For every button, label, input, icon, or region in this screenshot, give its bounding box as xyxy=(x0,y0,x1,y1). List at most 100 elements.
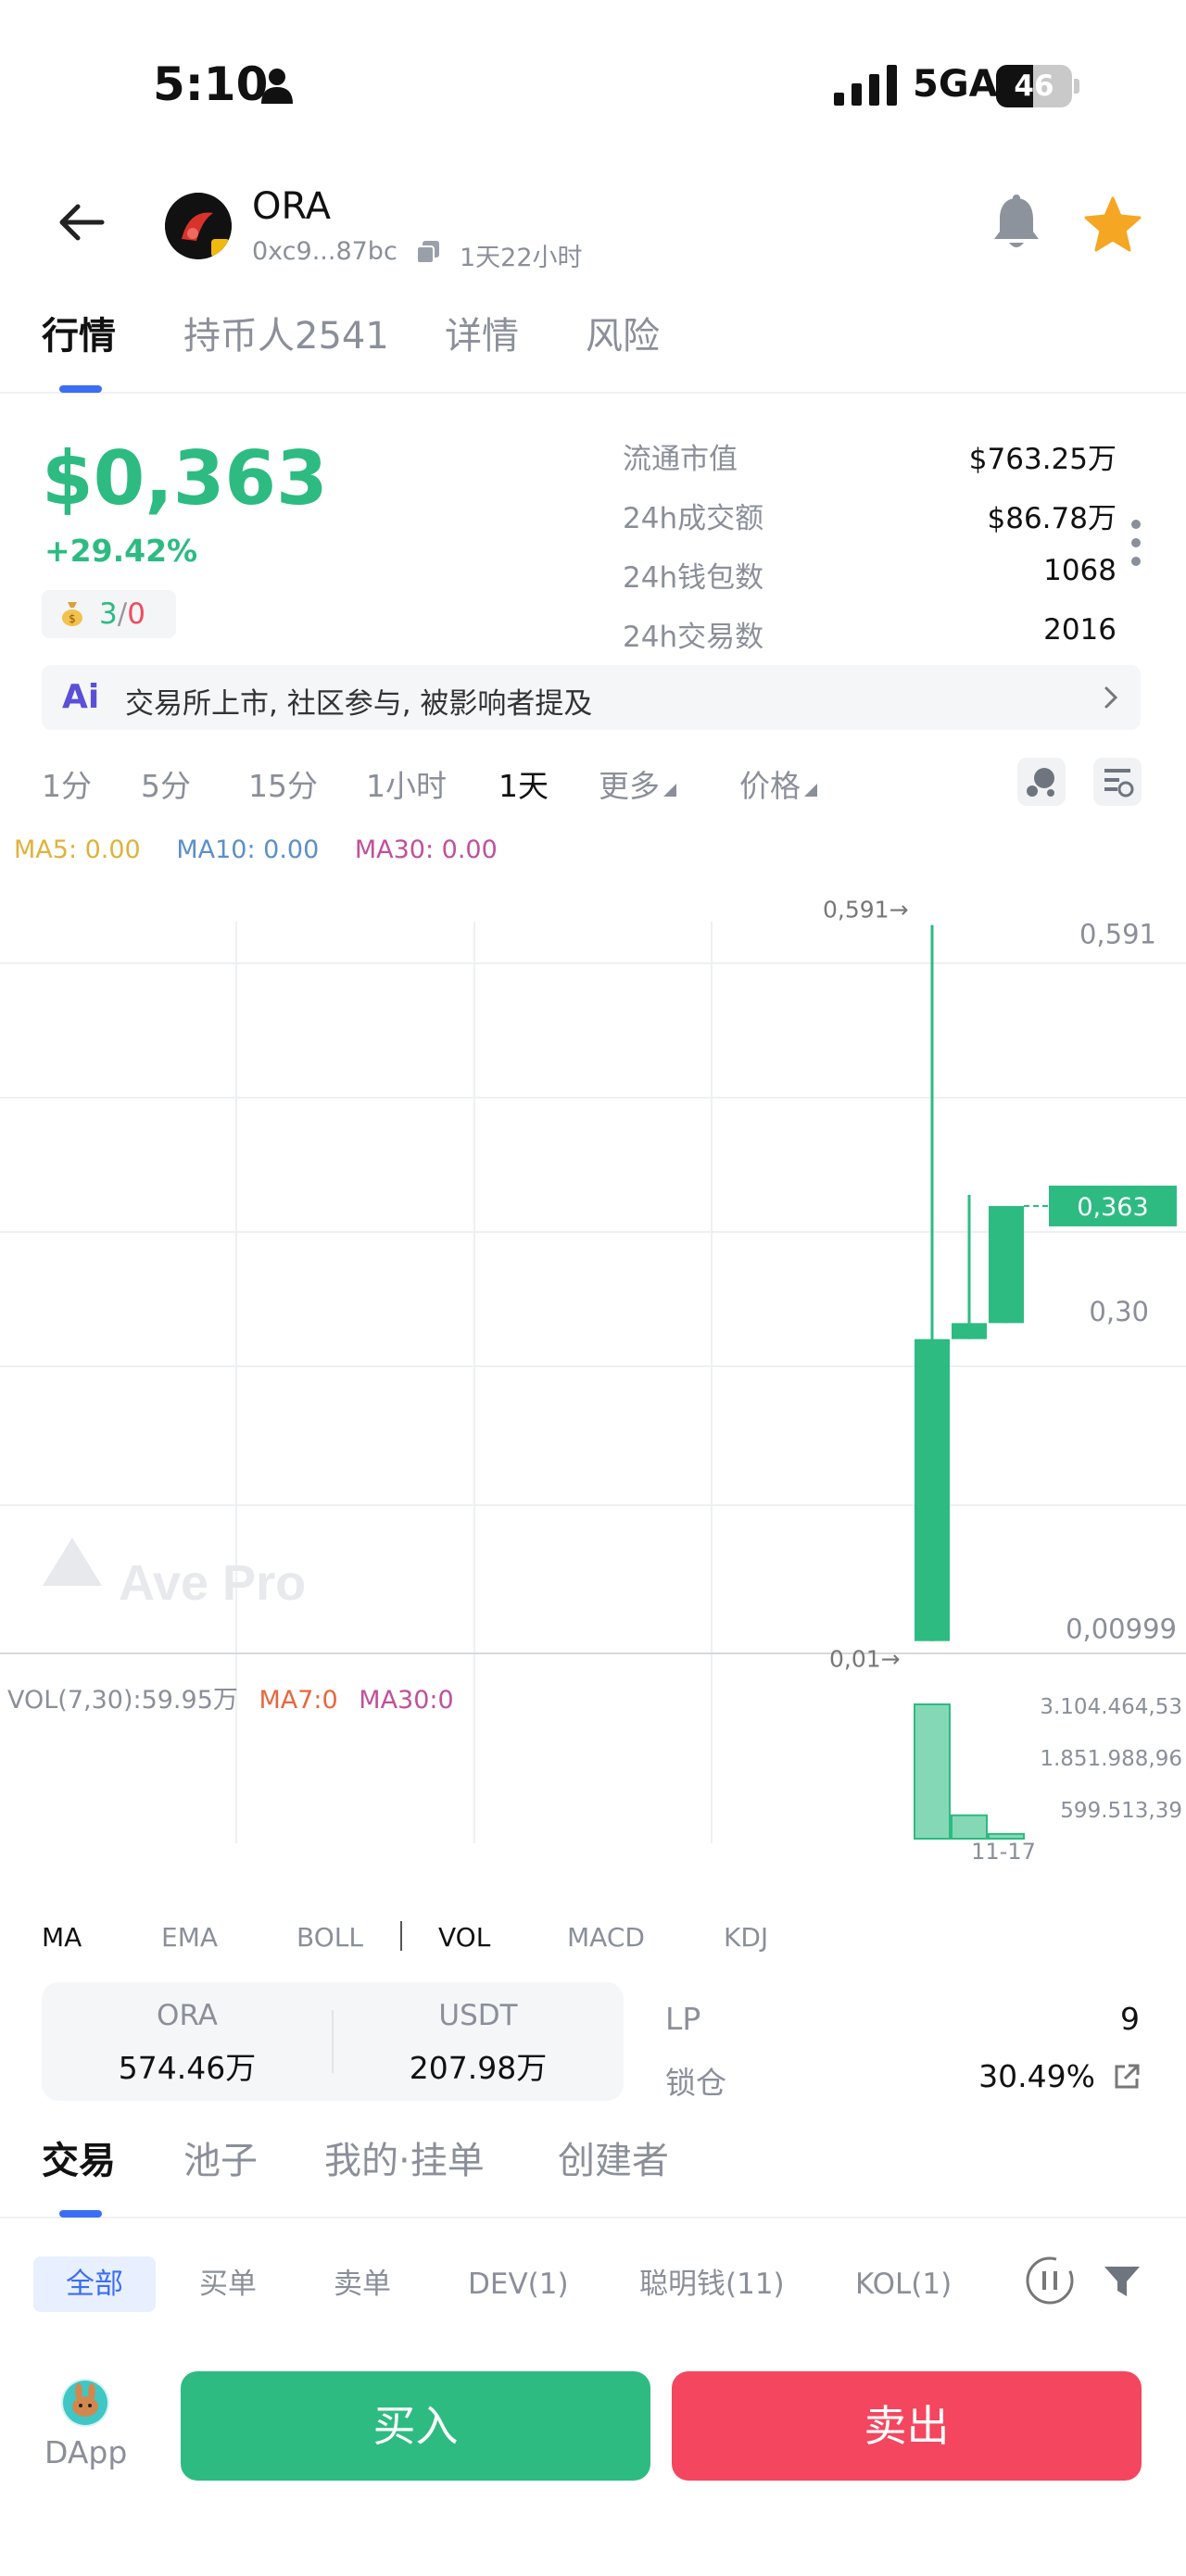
money-bag-icon: $ xyxy=(62,602,82,626)
price-mode-select[interactable]: 价格 xyxy=(739,761,817,806)
indicator-tool-icon[interactable] xyxy=(1017,758,1066,806)
trade-tabs: 交易 池子 我的·挂单 创建者 xyxy=(0,2130,1186,2218)
pool-token-symbol: ORA xyxy=(157,1999,218,2032)
volume-axis-label: 3.104.464,53 xyxy=(1040,1695,1182,1719)
timeframe-15m[interactable]: 15分 xyxy=(248,761,318,806)
ai-summary-bar[interactable]: Ai 交易所上市, 社区参与, 被影响者提及 xyxy=(42,665,1141,730)
timeframe-1m[interactable]: 1分 xyxy=(42,761,92,806)
battery-level: 46 xyxy=(1014,69,1054,103)
tag-badge[interactable]: $ 3/0 xyxy=(42,590,176,638)
pool-token-amount: 574.46万 xyxy=(118,2050,257,2086)
vol-ma30-label: MA30:0 xyxy=(359,1686,454,1715)
filter-kol[interactable]: KOL(1) xyxy=(855,2256,952,2312)
tab-pools[interactable]: 池子 xyxy=(183,2130,258,2184)
ai-icon: Ai xyxy=(62,678,100,716)
lp-label: LP xyxy=(665,2001,701,2037)
status-bar: 5:10 5GA 46 xyxy=(0,0,1186,167)
stat-label-volume: 24h成交额 xyxy=(623,502,764,535)
bell-icon[interactable] xyxy=(990,195,1043,252)
volume-bar xyxy=(914,1703,951,1840)
ai-summary-text: 交易所上市, 社区参与, 被影响者提及 xyxy=(125,687,593,721)
pool-token-col: ORA 574.46万 xyxy=(42,1999,333,2088)
timeframe-1h[interactable]: 1小时 xyxy=(366,761,447,806)
ma5-label: MA5: 0.00 xyxy=(14,836,141,864)
stat-value-mcap: $763.25万 xyxy=(968,443,1117,476)
dapp-bunny-icon[interactable] xyxy=(61,2379,109,2427)
pause-icon[interactable] xyxy=(1024,2255,1076,2306)
stat-label-mcap: 流通市值 xyxy=(623,443,738,476)
filter-dev[interactable]: DEV(1) xyxy=(468,2256,569,2312)
indicator-macd[interactable]: MACD xyxy=(567,1922,645,1953)
dropdown-triangle-icon xyxy=(663,784,676,797)
volume-axis-label: 1.851.988,96 xyxy=(1040,1747,1182,1771)
watermark-text: Ave Pro xyxy=(119,1555,306,1611)
copy-icon[interactable] xyxy=(415,239,441,265)
battery-icon: 46 xyxy=(996,65,1079,107)
status-time: 5:10 xyxy=(153,57,269,111)
filter-smart-money[interactable]: 聪明钱(11) xyxy=(639,2256,785,2312)
timeframe-1d[interactable]: 1天 xyxy=(498,761,549,806)
price-axis-label: 0,30 xyxy=(1089,1296,1149,1327)
token-address[interactable]: 0xc9...87bc xyxy=(252,237,397,266)
price-change: +29.42% xyxy=(44,533,198,569)
token-age: 1天22小时 xyxy=(460,244,583,272)
indicator-vol[interactable]: VOL xyxy=(438,1922,490,1953)
ma-legend: MA5: 0.00 MA10: 0.00 MA30: 0.00 xyxy=(14,836,498,864)
low-price-marker: 0,01→ xyxy=(829,1646,901,1673)
trade-tab-underline xyxy=(59,2210,102,2218)
star-icon[interactable] xyxy=(1084,196,1142,252)
back-arrow-icon[interactable] xyxy=(56,199,107,245)
tab-market[interactable]: 行情 xyxy=(42,306,116,359)
ma7-label: MA7:0 xyxy=(259,1686,338,1715)
pool-quote-col: USDT 207.98万 xyxy=(333,1999,624,2088)
stat-value-wallets: 1068 xyxy=(1043,554,1117,587)
price-axis-label: 0,00999 xyxy=(1066,1614,1177,1645)
filter-buy[interactable]: 买单 xyxy=(199,2256,257,2312)
timeframe-more[interactable]: 更多 xyxy=(599,761,676,806)
high-price-marker: 0,591→ xyxy=(823,897,909,924)
indicator-boll[interactable]: BOLL xyxy=(296,1922,363,1953)
token-name: ORA xyxy=(252,185,332,228)
chevron-right-icon xyxy=(1104,686,1118,709)
buy-button[interactable]: 买入 xyxy=(181,2371,650,2481)
stat-value-volume: $86.78万 xyxy=(987,502,1117,535)
more-vertical-icon[interactable] xyxy=(1130,519,1142,567)
svg-text:$: $ xyxy=(69,612,76,625)
candle-body xyxy=(952,1323,987,1339)
indicator-ema[interactable]: EMA xyxy=(161,1922,218,1953)
dropdown-triangle-icon xyxy=(804,784,817,797)
lock-label: 锁仓 xyxy=(665,2065,726,2101)
current-price: $0,363 xyxy=(42,435,328,521)
filter-sell[interactable]: 卖单 xyxy=(334,2256,391,2312)
watermark-logo xyxy=(43,1538,102,1586)
indicator-kdj[interactable]: KDJ xyxy=(724,1922,768,1953)
x-axis-label: 11-17 xyxy=(971,1839,1036,1862)
stat-value-trades: 2016 xyxy=(1043,613,1117,647)
tab-risk[interactable]: 风险 xyxy=(586,306,660,359)
stat-label-wallets: 24h钱包数 xyxy=(623,561,764,595)
tab-my-orders[interactable]: 我的·挂单 xyxy=(324,2130,485,2184)
tab-holders[interactable]: 持币人2541 xyxy=(183,306,389,359)
tag-counts: 3/0 xyxy=(99,597,145,631)
filter-funnel-icon[interactable] xyxy=(1103,2263,1142,2300)
external-link-icon[interactable] xyxy=(1112,2062,1142,2092)
timeframe-5m[interactable]: 5分 xyxy=(141,761,191,806)
indicator-divider xyxy=(400,1921,402,1951)
volume-legend: VOL(7,30):59.95万 MA7:0 MA30:0 xyxy=(7,1679,454,1715)
dapp-label[interactable]: DApp xyxy=(44,2434,127,2470)
sell-button[interactable]: 卖出 xyxy=(672,2371,1142,2481)
main-tabs: 行情 持币人2541 详情 风险 xyxy=(0,306,1186,394)
filter-all[interactable]: 全部 xyxy=(33,2256,156,2312)
pool-quote-amount: 207.98万 xyxy=(409,2050,548,2086)
tab-trades[interactable]: 交易 xyxy=(42,2130,116,2184)
signal-icon xyxy=(834,65,897,106)
tab-details[interactable]: 详情 xyxy=(445,306,519,359)
chart-settings-icon[interactable] xyxy=(1093,758,1142,806)
indicator-ma[interactable]: MA xyxy=(42,1922,82,1953)
pool-quote-symbol: USDT xyxy=(438,1999,518,2032)
tab-creator[interactable]: 创建者 xyxy=(558,2130,669,2184)
ma10-label: MA10: 0.00 xyxy=(176,836,320,864)
pool-reserves: ORA 574.46万 USDT 207.98万 xyxy=(42,1982,624,2101)
lp-value: 9 xyxy=(1120,2001,1140,2037)
network-label: 5GA xyxy=(913,63,998,106)
